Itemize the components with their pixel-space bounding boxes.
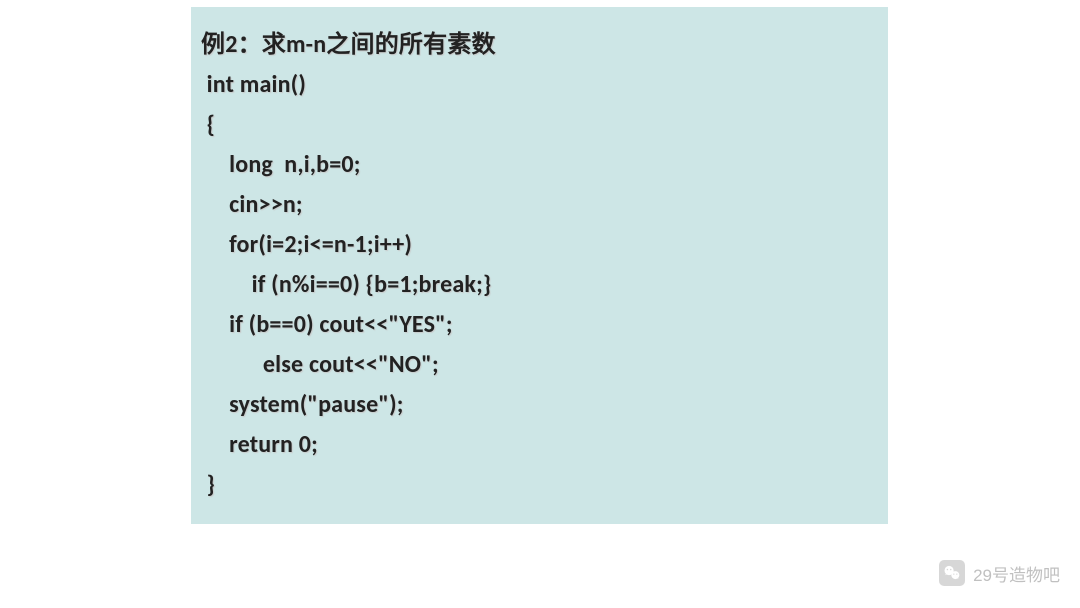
code-title: 例2：求m-n之间的所有素数 xyxy=(201,25,878,65)
wechat-icon xyxy=(939,560,965,586)
watermark: 29号造物吧 xyxy=(939,560,1060,586)
code-line: int main() xyxy=(201,65,878,105)
watermark-text: 29号造物吧 xyxy=(973,561,1060,586)
code-line: if (b==0) cout<<"YES"; xyxy=(201,305,878,345)
code-line: else cout<<"NO"; xyxy=(201,345,878,385)
code-line: if (n%i==0) {b=1;break;} xyxy=(201,265,878,305)
code-panel: 例2：求m-n之间的所有素数 int main() { long n,i,b=0… xyxy=(191,7,888,524)
code-line: for(i=2;i<=n-1;i++) xyxy=(201,225,878,265)
code-line: { xyxy=(201,105,878,145)
code-line: return 0; xyxy=(201,425,878,465)
code-line: } xyxy=(201,465,878,505)
code-line: cin>>n; xyxy=(201,185,878,225)
code-line: system("pause"); xyxy=(201,385,878,425)
code-line: long n,i,b=0; xyxy=(201,145,878,185)
